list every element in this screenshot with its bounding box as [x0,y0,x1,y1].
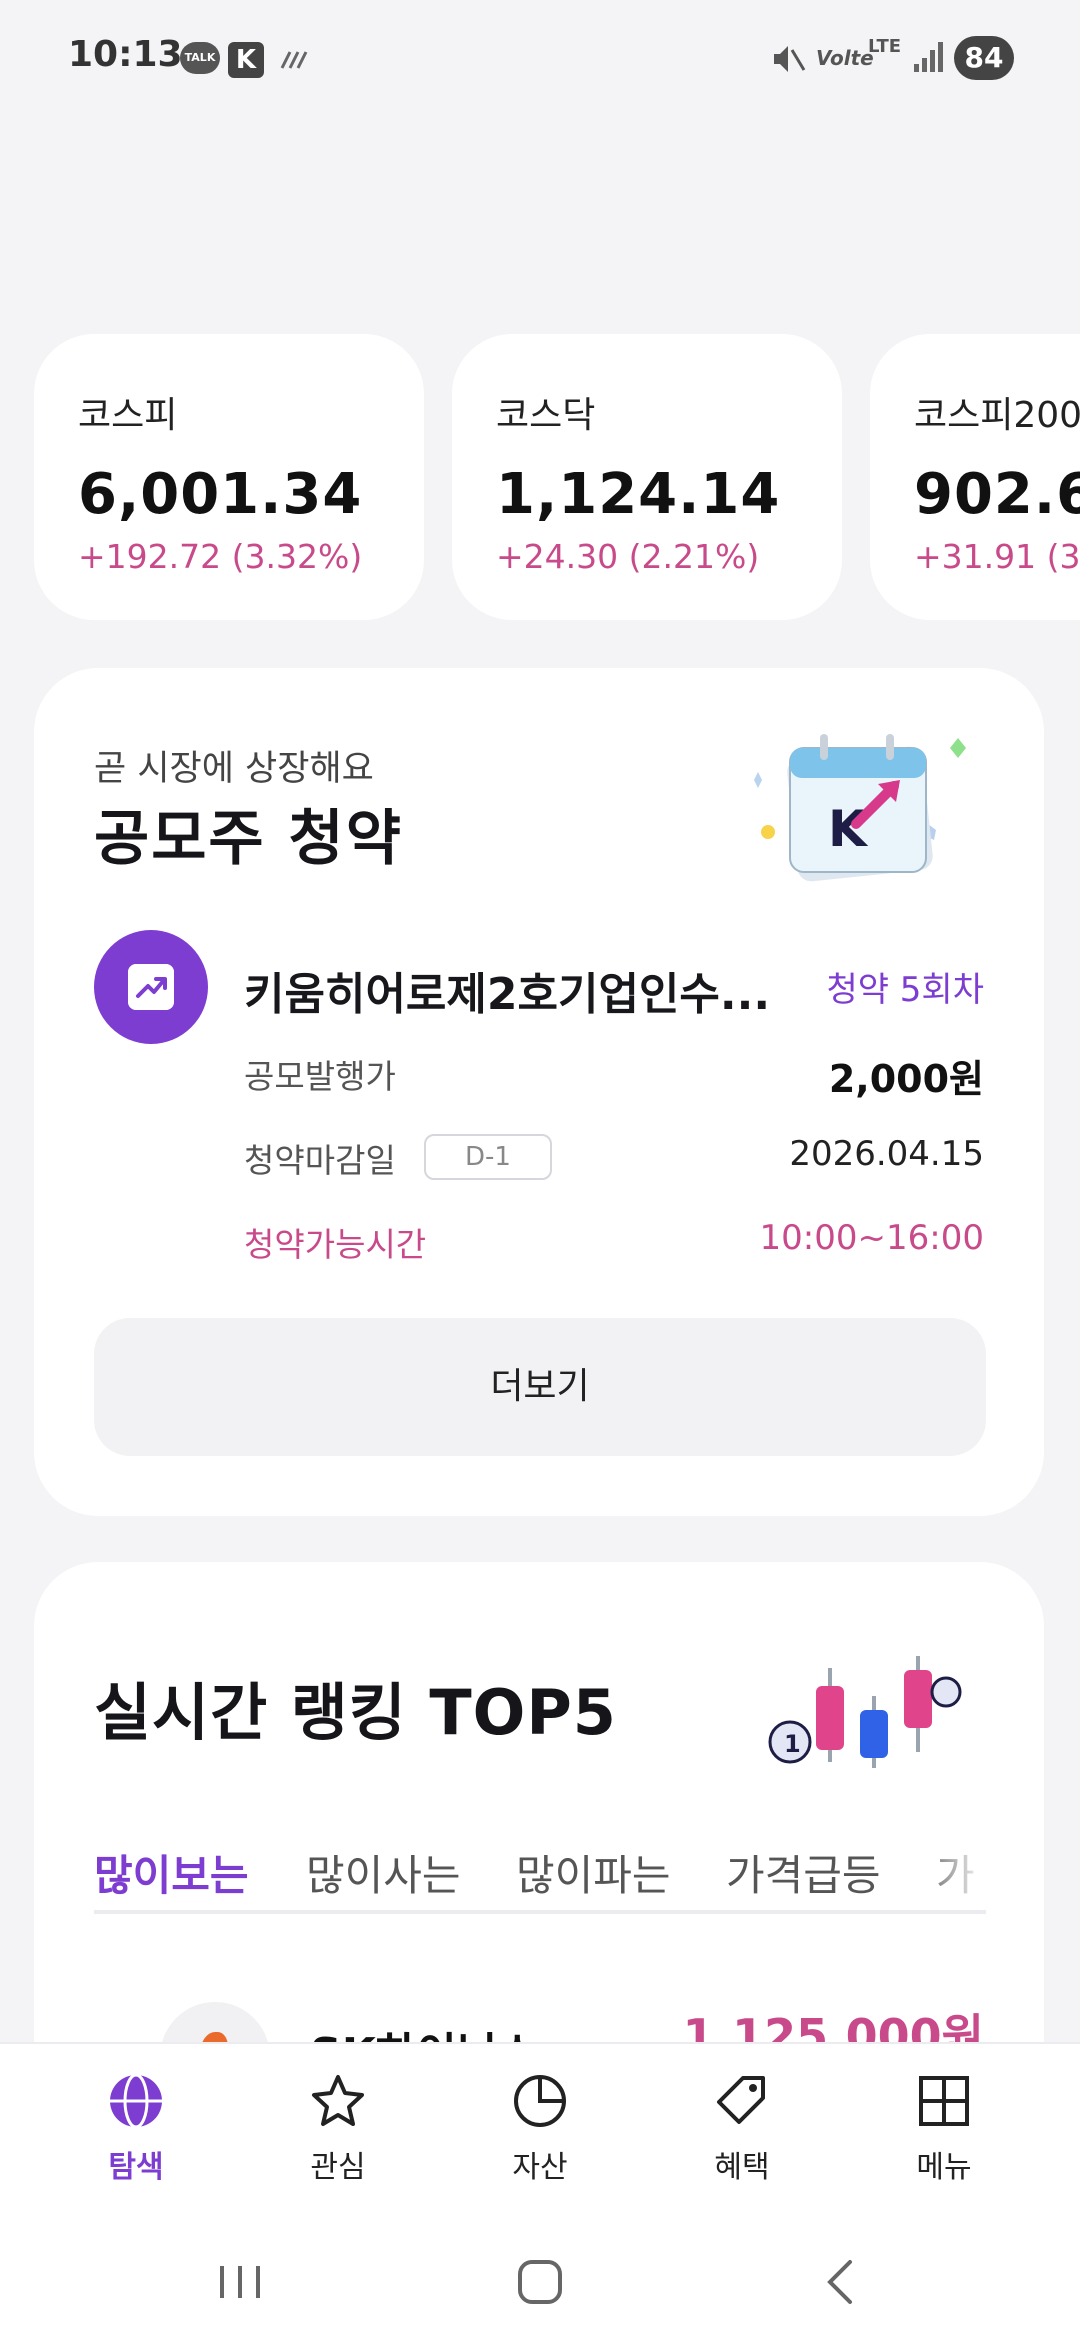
tag-icon [717,2076,765,2124]
index-value: 1,124.14 [496,462,781,527]
tab-most-bought[interactable]: 많이사는 [306,1842,461,1910]
kiwoom-app-icon: K [228,42,264,78]
ipo-subscription-card: 곧 시장에 상장해요 공모주 청약 K 키움히어로제2호기업인수... 청약 5… [34,668,1044,1516]
index-change: +192.72 (3.32%) [78,537,363,576]
deadline-label: 청약마감일 [244,1141,396,1180]
calendar-letter: K [828,800,869,858]
nav-watchlist[interactable]: 관심 [268,2072,408,2202]
index-name: 코스피200 [914,395,1080,436]
tab-price-surge[interactable]: 가격급등 [726,1842,881,1910]
candlestick-illustration-icon: 1 [768,1656,962,1768]
pie-chart-icon [514,2075,566,2127]
ipo-company-name[interactable]: 키움히어로제2호기업인수... [244,958,770,1022]
bottom-navigation: 탐색 관심 자산 혜택 메뉴 [0,2042,1080,2222]
nav-label: 메뉴 [916,2150,972,2185]
deadline-value: 2026.04.15 [789,1134,984,1174]
index-card-kosdaq[interactable]: 코스닥 1,124.14 +24.30 (2.21%) [452,334,842,620]
calendar-illustration-icon: K [754,734,966,882]
offer-price-label: 공모발행가 [244,1057,396,1096]
star-icon [312,2075,364,2126]
ranking-tabs: 많이보는 많이사는 많이파는 가격급등 가 [94,1842,986,1914]
signal-icon [914,42,943,72]
nav-benefits[interactable]: 혜택 [672,2072,812,2202]
kakaotalk-icon: TALK [180,42,220,74]
system-navigation-bar [0,2222,1080,2340]
nav-label: 자산 [512,2150,568,2185]
index-name: 코스닥 [496,395,596,436]
dday-badge: D-1 [424,1134,552,1180]
globe-icon [110,2073,162,2129]
svg-text:1: 1 [784,1730,801,1758]
back-icon[interactable] [800,2252,880,2312]
tab-most-sold[interactable]: 많이파는 [516,1842,671,1910]
nav-label: 탐색 [108,2150,164,2185]
home-icon[interactable] [500,2252,580,2312]
nav-label: 관심 [310,2150,366,2185]
ipo-stock-icon [94,930,208,1044]
market-index-carousel[interactable]: 코스피 6,001.34 +192.72 (3.32%) 코스닥 1,124.1… [34,334,1080,620]
mute-icon [774,46,806,72]
recent-apps-icon[interactable] [200,2252,280,2312]
status-bar: 10:13 TALK K Volte LTE 84 [0,0,1080,120]
volte-indicator: Volte [816,46,874,70]
index-value: 902.6 [914,462,1080,527]
lte-indicator: LTE [868,36,902,57]
subscription-time-value: 10:00~16:00 [759,1218,984,1258]
offer-price-value: 2,000원 [828,1057,984,1101]
index-change: +31.91 (3.6 [914,537,1080,576]
index-name: 코스피 [78,395,178,436]
subscription-time-label: 청약가능시간 [244,1225,427,1264]
nav-explore[interactable]: 탐색 [66,2072,206,2202]
ranking-title: 실시간 랭킹 TOP5 [94,1676,617,1749]
tab-fade-overlay [916,1842,986,1910]
data-saver-icon [280,51,308,69]
ipo-round: 청약 5회차 [826,970,984,1010]
grid-icon [919,2076,969,2126]
index-card-kospi[interactable]: 코스피 6,001.34 +192.72 (3.32%) [34,334,424,620]
ipo-subtitle: 곧 시장에 상장해요 [94,749,374,789]
battery-indicator: 84 [954,36,1014,80]
trend-up-icon [128,964,174,1010]
ipo-title: 공모주 청약 [94,804,403,874]
more-button[interactable]: 더보기 [94,1318,986,1456]
index-value: 6,001.34 [78,462,363,527]
index-change: +24.30 (2.21%) [496,537,760,576]
nav-assets[interactable]: 자산 [470,2072,610,2202]
index-card-kospi200[interactable]: 코스피200 902.6 +31.91 (3.6 [870,334,1080,620]
nav-menu[interactable]: 메뉴 [874,2072,1014,2202]
nav-label: 혜택 [714,2150,770,2185]
tab-most-viewed[interactable]: 많이보는 [94,1842,249,1910]
status-time: 10:13 [68,34,183,75]
